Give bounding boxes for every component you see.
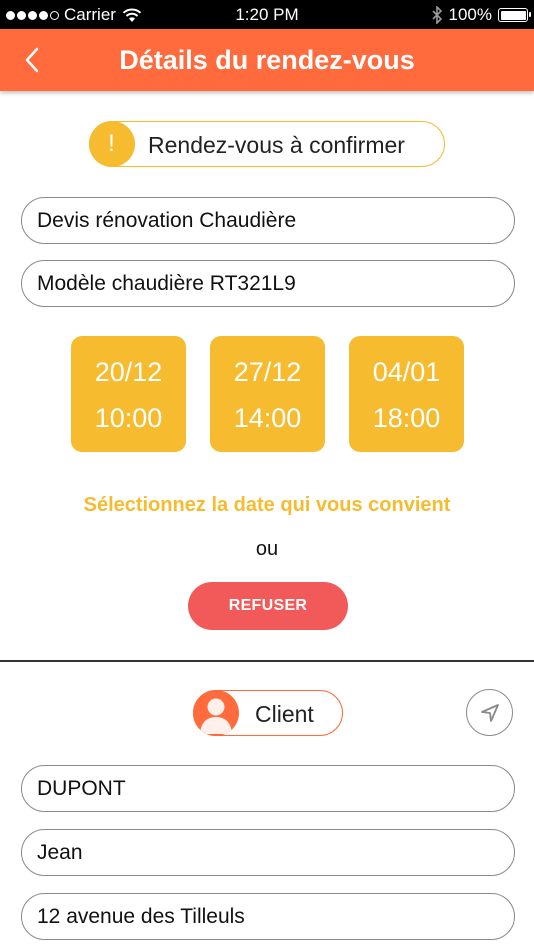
navigation-bar: Détails du rendez-vous — [0, 29, 534, 91]
client-section-label: Client — [255, 701, 314, 727]
appointment-model-field: Modèle chaudière RT321L9 — [21, 260, 515, 307]
date-option-date: 20/12 — [94, 357, 163, 387]
status-bar: Carrier 1:20 PM 100% — [0, 0, 534, 29]
date-option-2[interactable]: 27/12 14:00 — [210, 336, 325, 452]
page-title: Détails du rendez-vous — [119, 45, 415, 75]
navigate-button[interactable] — [466, 689, 513, 736]
warning-icon: ! — [88, 120, 135, 167]
section-divider — [0, 660, 534, 662]
select-date-instruction: Sélectionnez la date qui vous convient — [83, 494, 451, 516]
date-option-3[interactable]: 04/01 18:00 — [349, 336, 464, 452]
battery-icon — [498, 8, 531, 22]
battery-percentage: 100% — [448, 5, 492, 24]
client-badge: Client — [192, 689, 343, 736]
date-option-time: 18:00 — [372, 403, 441, 433]
appointment-status-badge: ! Rendez-vous à confirmer — [88, 120, 445, 167]
person-icon — [192, 689, 239, 736]
date-option-date: 27/12 — [233, 357, 302, 387]
location-arrow-icon — [480, 703, 499, 722]
or-separator-text: ou — [255, 538, 279, 560]
date-option-date: 04/01 — [372, 357, 441, 387]
date-option-time: 14:00 — [233, 403, 302, 433]
status-right: 100% — [431, 5, 531, 25]
client-last-name-field: DUPONT — [21, 765, 515, 812]
appointment-status-label: Rendez-vous à confirmer — [148, 132, 405, 158]
date-option-1[interactable]: 20/12 10:00 — [71, 336, 186, 452]
appointment-subject-field: Devis rénovation Chaudière — [21, 197, 515, 244]
bluetooth-icon — [431, 6, 442, 24]
client-first-name-field: Jean — [21, 829, 515, 876]
date-option-time: 10:00 — [94, 403, 163, 433]
refuse-button[interactable]: REFUSER — [188, 582, 348, 630]
client-address-field: 12 avenue des Tilleuls — [21, 893, 515, 940]
